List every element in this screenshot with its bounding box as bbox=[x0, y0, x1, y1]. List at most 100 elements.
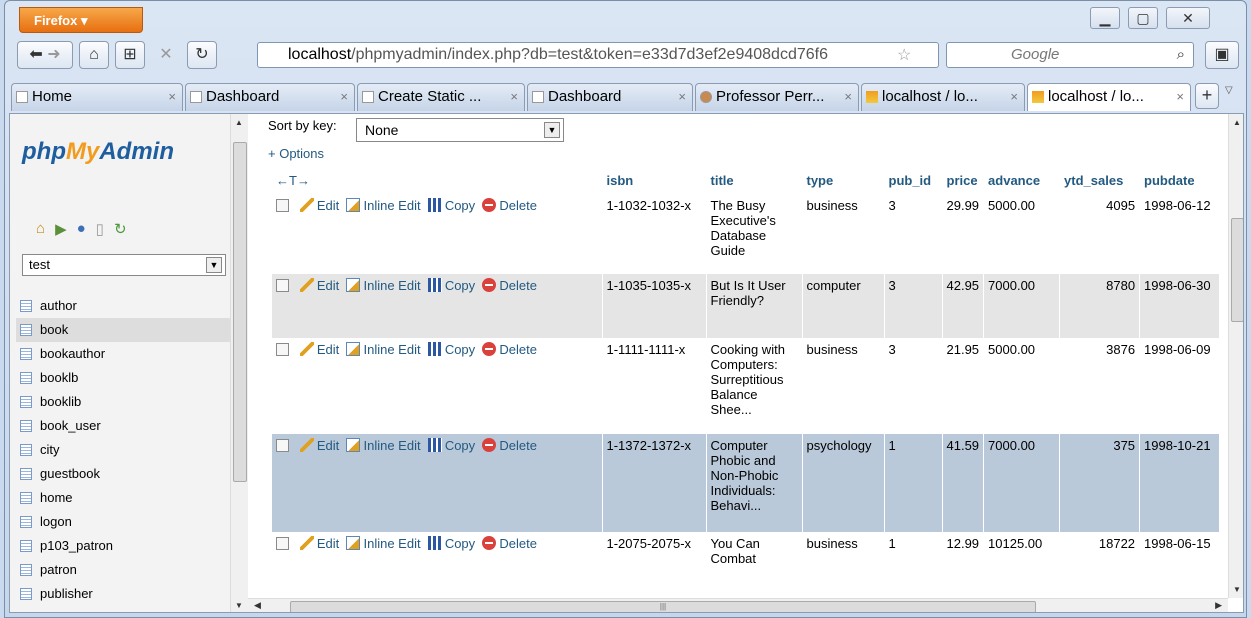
edit-link[interactable]: Edit bbox=[299, 198, 339, 213]
cell-pub-id[interactable]: 1 bbox=[884, 434, 943, 532]
edit-link[interactable]: Edit bbox=[299, 278, 339, 293]
table-item-booklb[interactable]: booklb bbox=[16, 366, 230, 390]
tab-localhost-active[interactable]: localhost / lo... × bbox=[1027, 83, 1191, 111]
column-header-isbn[interactable]: isbn bbox=[602, 166, 707, 194]
scroll-up-icon[interactable]: ▲ bbox=[235, 118, 243, 127]
cell-pub-id[interactable]: 1 bbox=[884, 532, 943, 592]
database-select[interactable]: test ▼ bbox=[22, 254, 226, 276]
main-vertical-scrollbar[interactable]: ▲ ▼ bbox=[1228, 114, 1243, 598]
cell-pub-id[interactable]: 3 bbox=[884, 274, 943, 338]
tab-dashboard-1[interactable]: Dashboard × bbox=[185, 83, 355, 111]
cell-price[interactable]: 21.95 bbox=[942, 338, 985, 434]
cell-ytd-sales[interactable]: 375 bbox=[1059, 434, 1141, 532]
tab-professor[interactable]: Professor Perr... × bbox=[695, 83, 859, 111]
delete-link[interactable]: Delete bbox=[482, 198, 537, 213]
cell-ytd-sales[interactable]: 3876 bbox=[1059, 338, 1141, 434]
cell-price[interactable]: 41.59 bbox=[942, 434, 985, 532]
minimize-button[interactable]: ▁ bbox=[1090, 7, 1120, 29]
tab-home[interactable]: Home × bbox=[11, 83, 183, 111]
table-item-publisher[interactable]: publisher bbox=[16, 582, 230, 606]
copy-link[interactable]: Copy bbox=[427, 536, 475, 551]
inline-edit-link[interactable]: Inline Edit bbox=[346, 342, 421, 357]
sort-by-key-select[interactable]: None ▼ bbox=[356, 118, 564, 142]
cell-title[interactable]: But Is It User Friendly? bbox=[706, 274, 803, 338]
table-item-book-user[interactable]: book_user bbox=[16, 414, 230, 438]
sql-query-icon[interactable]: ▶ bbox=[55, 220, 67, 238]
column-header-pub-id[interactable]: pub_id bbox=[884, 166, 943, 194]
maximize-button[interactable]: ▢ bbox=[1128, 7, 1158, 29]
scroll-down-icon[interactable]: ▼ bbox=[1233, 585, 1241, 594]
row-checkbox[interactable] bbox=[276, 199, 289, 212]
copy-link[interactable]: Copy bbox=[427, 342, 475, 357]
cell-pubdate[interactable]: 1998-06-09 bbox=[1139, 338, 1221, 434]
cell-isbn[interactable]: 1-1372-1372-x bbox=[602, 434, 707, 532]
bookmark-star-icon[interactable]: ☆ bbox=[897, 45, 911, 65]
scroll-down-icon[interactable]: ▼ bbox=[235, 601, 243, 610]
edit-link[interactable]: Edit bbox=[299, 536, 339, 551]
cell-isbn[interactable]: 1-2075-2075-x bbox=[602, 532, 707, 592]
delete-link[interactable]: Delete bbox=[482, 278, 537, 293]
new-tab-button[interactable]: ⊞ bbox=[115, 41, 145, 69]
sidebar-scrollbar[interactable]: ▲ ▼ bbox=[230, 114, 248, 612]
table-item-logon[interactable]: logon bbox=[16, 510, 230, 534]
refresh-icon[interactable]: ↻ bbox=[114, 220, 127, 238]
cell-isbn[interactable]: 1-1035-1035-x bbox=[602, 274, 707, 338]
cell-advance[interactable]: 10125.00 bbox=[983, 532, 1061, 592]
table-item-city[interactable]: city bbox=[16, 438, 230, 462]
tab-close-icon[interactable]: × bbox=[168, 84, 176, 110]
phpmyadmin-logo[interactable]: phpMyAdmin bbox=[22, 138, 174, 166]
help-icon[interactable]: ● bbox=[77, 220, 86, 238]
main-scroll-thumb[interactable] bbox=[1231, 218, 1243, 322]
cell-price[interactable]: 12.99 bbox=[942, 532, 985, 592]
tab-create-static[interactable]: Create Static ... × bbox=[357, 83, 525, 111]
stop-button[interactable]: ✕ bbox=[151, 41, 181, 69]
addons-menu-button[interactable]: ▣ bbox=[1205, 41, 1239, 69]
home-button[interactable]: ⌂ bbox=[79, 41, 109, 69]
close-window-button[interactable]: ✕ bbox=[1166, 7, 1210, 29]
search-bar[interactable]: Google ⌕ bbox=[946, 42, 1194, 68]
inline-edit-link[interactable]: Inline Edit bbox=[346, 198, 421, 213]
tab-close-icon[interactable]: × bbox=[1010, 84, 1018, 110]
cell-ytd-sales[interactable]: 8780 bbox=[1059, 274, 1141, 338]
table-item-author[interactable]: author bbox=[16, 294, 230, 318]
url-bar[interactable]: localhost/phpmyadmin/index.php?db=test&t… bbox=[257, 42, 939, 68]
table-item-book[interactable]: book bbox=[16, 318, 230, 342]
column-header-ytd-sales[interactable]: ytd_sales bbox=[1059, 166, 1141, 194]
copy-link[interactable]: Copy bbox=[427, 198, 475, 213]
cell-price[interactable]: 42.95 bbox=[942, 274, 985, 338]
column-header-title[interactable]: title bbox=[706, 166, 803, 194]
row-checkbox[interactable] bbox=[276, 343, 289, 356]
table-item-p103-patron[interactable]: p103_patron bbox=[16, 534, 230, 558]
cell-type[interactable]: computer bbox=[802, 274, 885, 338]
delete-link[interactable]: Delete bbox=[482, 536, 537, 551]
row-checkbox[interactable] bbox=[276, 279, 289, 292]
inline-edit-link[interactable]: Inline Edit bbox=[346, 278, 421, 293]
tab-close-icon[interactable]: × bbox=[1176, 84, 1184, 110]
firefox-menu-button[interactable]: Firefox ▾ bbox=[19, 7, 143, 33]
edit-link[interactable]: Edit bbox=[299, 438, 339, 453]
column-header-advance[interactable]: advance bbox=[983, 166, 1061, 194]
back-forward-button[interactable]: ⬅ ➜ bbox=[17, 41, 73, 69]
tab-localhost-1[interactable]: localhost / lo... × bbox=[861, 83, 1025, 111]
cell-type[interactable]: business bbox=[802, 338, 885, 434]
sidebar-scroll-thumb[interactable] bbox=[233, 142, 247, 482]
cell-title[interactable]: Cooking with Computers: Surreptitious Ba… bbox=[706, 338, 803, 434]
cell-pubdate[interactable]: 1998-10-21 bbox=[1139, 434, 1221, 532]
docs-icon[interactable]: ▯ bbox=[96, 220, 104, 238]
magnifier-icon[interactable]: ⌕ bbox=[1177, 43, 1185, 67]
cell-title[interactable]: You Can Combat bbox=[706, 532, 803, 592]
delete-link[interactable]: Delete bbox=[482, 438, 537, 453]
table-item-bookauthor[interactable]: bookauthor bbox=[16, 342, 230, 366]
tab-close-icon[interactable]: × bbox=[340, 84, 348, 110]
tab-close-icon[interactable]: × bbox=[844, 84, 852, 110]
scroll-right-icon[interactable]: ▶ bbox=[1215, 600, 1222, 611]
options-link[interactable]: + Options bbox=[268, 146, 324, 161]
table-item-guestbook[interactable]: guestbook bbox=[16, 462, 230, 486]
cell-advance[interactable]: 5000.00 bbox=[983, 338, 1061, 434]
tab-dashboard-2[interactable]: Dashboard × bbox=[527, 83, 693, 111]
cell-advance[interactable]: 7000.00 bbox=[983, 274, 1061, 338]
tab-list-icon[interactable]: ▽ bbox=[1225, 85, 1233, 96]
reload-button[interactable]: ↻ bbox=[187, 41, 217, 69]
cell-type[interactable]: business bbox=[802, 194, 885, 274]
cell-advance[interactable]: 5000.00 bbox=[983, 194, 1061, 274]
